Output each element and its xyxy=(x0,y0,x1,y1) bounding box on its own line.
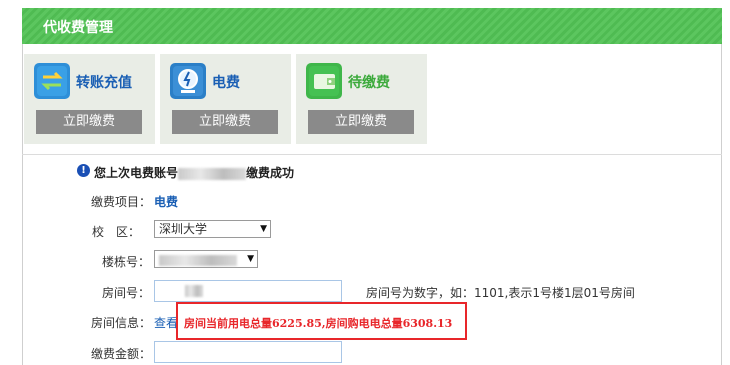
tile-label: 转账充值 xyxy=(76,75,132,91)
amount-input[interactable] xyxy=(154,341,342,363)
transfer-icon xyxy=(34,63,70,99)
item-label: 缴费项目： xyxy=(91,195,152,209)
tile-electricity[interactable]: 电费 立即缴费 xyxy=(160,54,291,144)
room-hint: 房间号为数字，如：1101,表示1号楼1层01号房间 xyxy=(366,286,635,300)
divider xyxy=(22,154,722,155)
amount-label: 缴费金额： xyxy=(91,347,152,361)
room-label: 房间号： xyxy=(102,286,151,300)
tile-label: 电费 xyxy=(212,75,240,91)
campus-select[interactable]: 深圳大学 ▼ xyxy=(154,220,271,238)
tile-pending[interactable]: 待缴费 立即缴费 xyxy=(296,54,427,144)
pay-now-button[interactable]: 立即缴费 xyxy=(308,110,414,134)
building-label: 楼栋号： xyxy=(102,255,151,269)
last-payment-notice: 您上次电费账号 缴费成功 xyxy=(94,164,294,181)
panel-title: 代收费管理 xyxy=(43,20,113,36)
wallet-icon xyxy=(306,63,342,99)
chevron-down-icon: ▼ xyxy=(260,224,267,234)
campus-label: 校 区： xyxy=(92,225,141,239)
panel-header: 代收费管理 xyxy=(22,8,722,44)
building-select[interactable]: ▼ xyxy=(154,250,258,268)
redacted-building xyxy=(159,255,237,266)
tile-transfer[interactable]: 转账充值 立即缴费 xyxy=(24,54,155,144)
campus-value: 深圳大学 xyxy=(159,222,208,236)
redacted-account xyxy=(178,167,247,180)
notice-suffix: 缴费成功 xyxy=(246,166,295,180)
roominfo-label: 房间信息： xyxy=(91,316,152,330)
notice-prefix: 您上次电费账号 xyxy=(94,166,179,180)
room-info-text: 房间当前用电总量6225.85,房间购电电总量6308.13 xyxy=(184,317,453,330)
pay-now-button[interactable]: 立即缴费 xyxy=(172,110,278,134)
electricity-meter-icon xyxy=(170,63,206,99)
pay-now-button[interactable]: 立即缴费 xyxy=(36,110,142,134)
info-icon: ! xyxy=(77,164,90,177)
redacted-room xyxy=(185,285,203,297)
room-info-popup: 房间当前用电总量6225.85,房间购电电总量6308.13 xyxy=(176,302,467,340)
roominfo-view-link[interactable]: 查看 xyxy=(154,314,178,331)
tile-label: 待缴费 xyxy=(348,75,390,91)
chevron-down-icon: ▼ xyxy=(247,254,254,264)
item-value: 电费 xyxy=(154,195,179,209)
room-input[interactable] xyxy=(154,280,342,302)
